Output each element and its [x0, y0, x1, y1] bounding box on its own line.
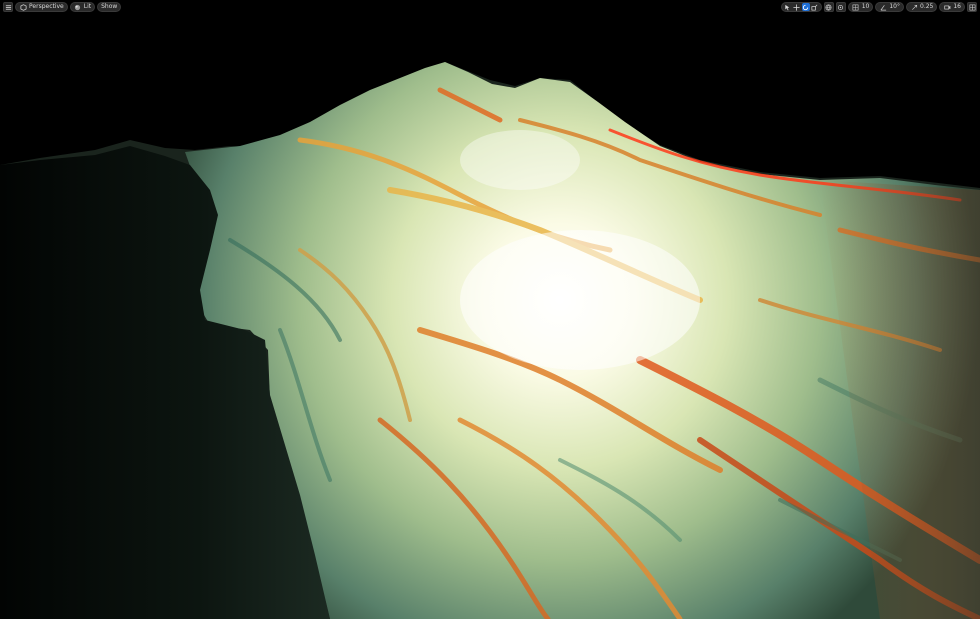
scale-snap-toggle[interactable]: 0.25 [906, 2, 938, 12]
hamburger-icon [4, 3, 12, 11]
grid-snap-toggle[interactable]: 10 [847, 2, 874, 12]
sphere-icon [74, 3, 82, 11]
scale-snap-value: 0.25 [920, 3, 934, 10]
level-viewport[interactable]: Perspective Lit Show 10 10° 0.25 16 [0, 0, 980, 619]
surface-snap-icon [837, 3, 845, 11]
perspective-label: Perspective [29, 3, 64, 10]
camera-icon [943, 3, 951, 11]
layout-grid-icon [968, 3, 976, 11]
cube-icon [19, 3, 27, 11]
world-local-button[interactable] [823, 2, 834, 12]
rotate-icon[interactable] [801, 3, 810, 11]
angle-icon [879, 3, 887, 11]
lit-label: Lit [83, 3, 92, 10]
lit-button[interactable]: Lit [69, 2, 96, 12]
globe-icon [825, 3, 833, 11]
show-label: Show [101, 3, 118, 10]
rotation-snap-toggle[interactable]: 10° [875, 2, 904, 12]
perspective-button[interactable]: Perspective [15, 2, 68, 12]
transform-tools [780, 2, 822, 12]
select-arrow-icon[interactable] [784, 3, 792, 11]
scale-snap-icon [910, 3, 918, 11]
surface-snap-button[interactable] [835, 2, 846, 12]
camera-speed-button[interactable]: 16 [939, 2, 965, 12]
rotation-snap-value: 10° [889, 3, 900, 10]
show-button[interactable]: Show [97, 2, 122, 12]
scale-icon[interactable] [811, 3, 819, 11]
grid-icon [852, 3, 860, 11]
maximize-viewport-button[interactable] [967, 2, 977, 12]
viewport-toolbar: Perspective Lit Show 10 10° 0.25 16 [0, 0, 980, 14]
grid-snap-value: 10 [861, 3, 870, 10]
camera-speed-value: 16 [953, 3, 961, 10]
toolbar-right-group: 10 10° 0.25 16 [780, 2, 977, 12]
terrain-render [0, 62, 980, 619]
viewport-options-button[interactable] [3, 2, 13, 12]
translate-icon[interactable] [793, 3, 801, 11]
toolbar-left-group: Perspective Lit Show [3, 2, 122, 12]
